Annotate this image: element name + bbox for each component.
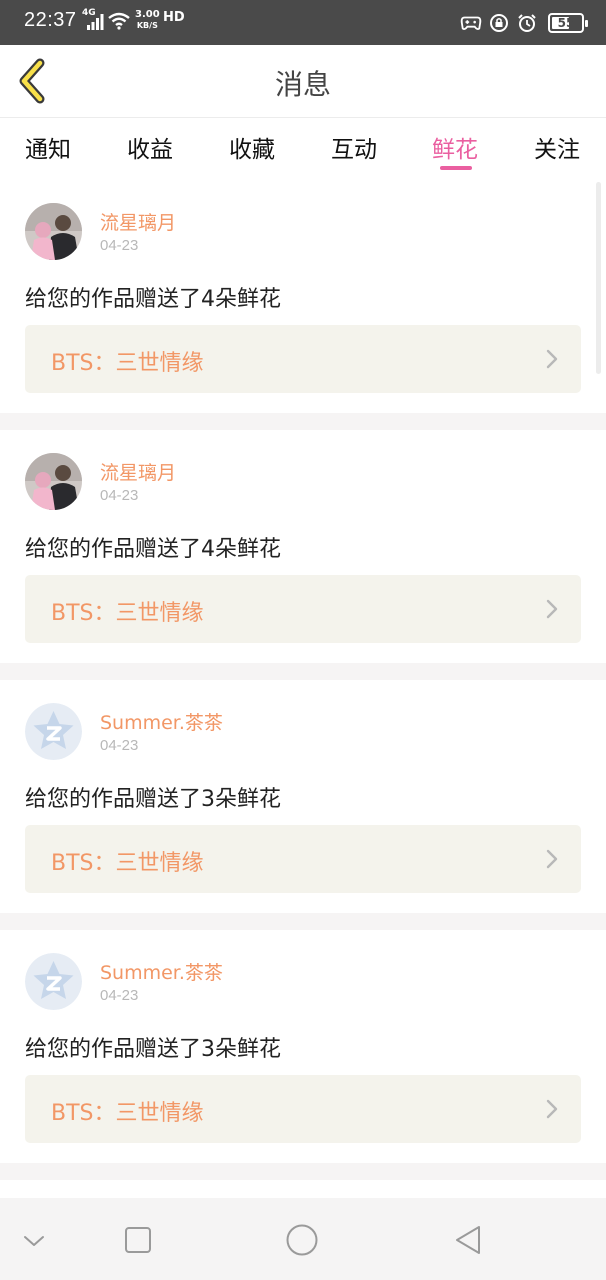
work-title: BTS：三世情缘 — [51, 601, 204, 626]
notification-message: 给您的作品赠送了3朵鲜花 — [25, 787, 281, 812]
notification-date: 04-23 — [100, 987, 139, 1004]
notification-date: 04-23 — [100, 737, 139, 754]
speed-unit: KB/S — [136, 21, 158, 30]
notification-card: 流星璃月 04-23 给您的作品赠送了4朵鲜花 BTS：三世情缘 — [0, 180, 606, 413]
notification-message: 给您的作品赠送了4朵鲜花 — [25, 287, 281, 312]
lock-rotation-icon — [490, 14, 508, 32]
status-right-group: 55 — [460, 11, 588, 35]
circle-icon[interactable] — [284, 1222, 320, 1258]
notification-card: Summer.茶茶 04-23 给您的作品赠送了3朵鲜花 BTS：三世情缘 — [0, 930, 606, 1163]
tab-interactions[interactable]: 互动 — [331, 130, 377, 164]
tab-flowers[interactable]: 鲜花 — [432, 130, 478, 164]
tab-bar: 通知 收益 收藏 互动 鲜花 关注 — [0, 118, 606, 178]
username[interactable]: Summer.茶茶 — [100, 708, 223, 735]
work-link[interactable]: BTS：三世情缘 — [25, 1075, 581, 1143]
notification-date: 04-23 — [100, 487, 139, 504]
work-link[interactable]: BTS：三世情缘 — [25, 325, 581, 393]
status-time: 22:37 — [24, 9, 77, 31]
card-divider — [0, 1163, 606, 1180]
username[interactable]: 流星璃月 — [100, 458, 176, 485]
signal-icon — [87, 14, 104, 30]
username[interactable]: 流星璃月 — [100, 208, 176, 235]
photo-avatar[interactable] — [25, 453, 82, 510]
app-header: 消息 — [0, 45, 606, 118]
chevron-right-icon — [546, 1099, 558, 1119]
work-title: BTS：三世情缘 — [51, 851, 204, 876]
tab-favorites[interactable]: 收藏 — [229, 130, 275, 164]
notification-date: 04-23 — [100, 237, 139, 254]
chevron-right-icon — [546, 849, 558, 869]
work-link[interactable]: BTS：三世情缘 — [25, 575, 581, 643]
notification-message: 给您的作品赠送了3朵鲜花 — [25, 1037, 281, 1062]
chevron-down-icon[interactable] — [16, 1222, 52, 1258]
qzone-default-avatar[interactable] — [25, 703, 82, 760]
system-nav-bar — [0, 1198, 606, 1280]
wifi-icon — [108, 12, 130, 30]
chevron-right-icon — [546, 349, 558, 369]
tab-follows[interactable]: 关注 — [534, 130, 580, 164]
notification-card: Summer.茶茶 04-23 给您的作品赠送了3朵鲜花 BTS：三世情缘 — [0, 680, 606, 913]
network-speed: 3.00 KB/S — [135, 9, 160, 31]
qzone-default-avatar[interactable] — [25, 953, 82, 1010]
work-title: BTS：三世情缘 — [51, 351, 204, 376]
square-icon[interactable] — [120, 1222, 156, 1258]
card-divider — [0, 913, 606, 930]
work-title: BTS：三世情缘 — [51, 1101, 204, 1126]
gamepad-icon — [460, 16, 482, 31]
tab-notifications[interactable]: 通知 — [25, 130, 71, 164]
status-bar: 22:37 4G 3.00 KB/S HD 55 — [0, 0, 606, 45]
active-tab-indicator — [440, 166, 472, 170]
card-divider — [0, 413, 606, 430]
alarm-icon — [518, 14, 536, 32]
photo-avatar[interactable] — [25, 203, 82, 260]
hd-indicator: HD — [163, 10, 185, 25]
notification-card: 流星璃月 04-23 给您的作品赠送了4朵鲜花 BTS：三世情缘 — [0, 430, 606, 663]
battery-icon: 55 — [548, 13, 588, 33]
tab-earnings[interactable]: 收益 — [127, 130, 173, 164]
work-link[interactable]: BTS：三世情缘 — [25, 825, 581, 893]
battery-level: 55 — [557, 16, 575, 30]
scrollbar[interactable] — [596, 182, 601, 374]
chevron-right-icon — [546, 599, 558, 619]
card-divider — [0, 663, 606, 680]
username[interactable]: Summer.茶茶 — [100, 958, 223, 985]
speed-value: 3.00 — [135, 9, 160, 20]
notification-message: 给您的作品赠送了4朵鲜花 — [25, 537, 281, 562]
triangle-back-icon[interactable] — [450, 1222, 486, 1258]
page-title: 消息 — [274, 68, 331, 101]
